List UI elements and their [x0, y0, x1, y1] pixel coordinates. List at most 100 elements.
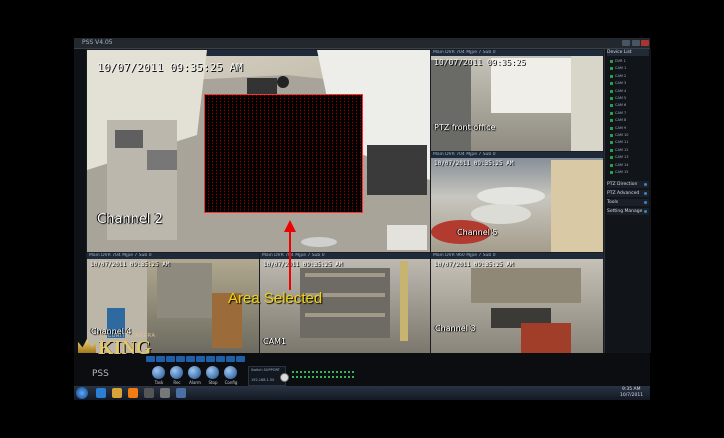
- tool-task-button[interactable]: [152, 366, 165, 379]
- status-led: [300, 376, 302, 378]
- device-tree-item[interactable]: CAM 3: [610, 81, 649, 86]
- layout-button[interactable]: [166, 356, 175, 362]
- timestamp: 10/07/2011 09:35:25: [434, 58, 526, 67]
- pss-taskbar-icon[interactable]: [176, 388, 186, 398]
- status-led: [340, 376, 342, 378]
- close-button[interactable]: [641, 40, 649, 46]
- layout-button[interactable]: [156, 356, 165, 362]
- device-tree-item[interactable]: CAM 9: [610, 126, 649, 131]
- video-tile-channel-2[interactable]: Main DVR 704 Mjpe 7 Sub 0 10/07/2011 09:…: [86, 49, 431, 253]
- status-led: [320, 371, 322, 373]
- status-led: [352, 376, 354, 378]
- device-tree-item[interactable]: CAM 5: [610, 96, 649, 101]
- layout-button[interactable]: [216, 356, 225, 362]
- device-tree-item[interactable]: CAM 10: [610, 133, 649, 138]
- media-icon[interactable]: [128, 388, 138, 398]
- status-led: [320, 376, 322, 378]
- device-list-header: Device List: [607, 49, 649, 56]
- status-led: [308, 376, 310, 378]
- annotation-label: Area Selected: [228, 290, 323, 307]
- video-tile-ptz-front-office[interactable]: Main DVR 704 Mjpe 7 Sub 0 10/07/2011 09:…: [430, 49, 604, 152]
- timestamp: 10/07/2011 09:35:25 AM: [90, 261, 170, 268]
- device-tree-item[interactable]: CAM 4: [610, 89, 649, 94]
- app-titlebar: PSS V4.05: [74, 38, 650, 49]
- crown-icon: [78, 339, 96, 353]
- layout-button[interactable]: [236, 356, 245, 362]
- status-led: [340, 371, 342, 373]
- status-led: [316, 376, 318, 378]
- ie-icon[interactable]: [96, 388, 106, 398]
- timestamp: 10/07/2011 09:35:25 AM: [97, 61, 243, 74]
- device-tree-item[interactable]: CAM 7: [610, 111, 649, 116]
- status-led: [324, 371, 326, 373]
- device-tree-item[interactable]: DVR 1: [610, 59, 649, 64]
- timestamp: 10/07/2011 09:35:25 AM: [263, 261, 343, 268]
- device-tree-item[interactable]: CAM 11: [610, 140, 649, 145]
- status-led: [292, 376, 294, 378]
- layout-button[interactable]: [196, 356, 205, 362]
- clock-date: 10/7/2011: [620, 393, 644, 398]
- video-tile-channel-5[interactable]: Main DVR 704 Mjpe 7 Sub 0 10/07/2011 09:…: [430, 151, 604, 253]
- selection-box[interactable]: [204, 94, 363, 213]
- device-tree-item[interactable]: CAM 14: [610, 163, 649, 168]
- status-leds: [292, 370, 356, 380]
- video-grid: Main DVR 704 Mjpe 7 Sub 0 10/07/2011 09:…: [86, 49, 604, 354]
- layout-button[interactable]: [186, 356, 195, 362]
- tool-alarm-button[interactable]: [188, 366, 201, 379]
- layout-button[interactable]: [206, 356, 215, 362]
- maximize-button[interactable]: [632, 40, 640, 46]
- status-led: [352, 371, 354, 373]
- layout-button[interactable]: [176, 356, 185, 362]
- brand-label: PSS: [92, 369, 109, 379]
- status-led: [296, 371, 298, 373]
- record-icon[interactable]: [280, 373, 289, 382]
- device-tree-item[interactable]: CAM 2: [610, 74, 649, 79]
- app-icon[interactable]: [144, 388, 154, 398]
- address-label: 192.168.1.50: [251, 378, 275, 382]
- ptz-advanced-label: PTZ Advanced: [607, 191, 640, 196]
- device-tree-item[interactable]: CAM 15: [610, 170, 649, 175]
- tool-stop-button[interactable]: [206, 366, 219, 379]
- brand-watermark: SECURITY CAMERA KING: [74, 331, 174, 371]
- device-tree-item[interactable]: CAM 6: [610, 103, 649, 108]
- ptz-direction-row[interactable]: PTZ Direction: [607, 181, 649, 188]
- tools-row[interactable]: Tools: [607, 199, 649, 206]
- tool-label: Rec: [173, 380, 181, 385]
- status-led: [336, 371, 338, 373]
- folder-icon[interactable]: [112, 388, 122, 398]
- status-led: [328, 371, 330, 373]
- ptz-advanced-row[interactable]: PTZ Advanced: [607, 190, 649, 197]
- warehouse-scene: [471, 268, 581, 353]
- tool-rec-button[interactable]: [170, 366, 183, 379]
- minimize-button[interactable]: [622, 40, 630, 46]
- video-tile-channel-3[interactable]: Main DVR 960 Mjpe 7 Sub 0 10/07/2011 09:…: [430, 252, 604, 354]
- channel-label: Channel 3: [435, 324, 476, 333]
- status-led: [336, 376, 338, 378]
- tool-label: Config: [224, 380, 238, 385]
- device-tree-item[interactable]: CAM 8: [610, 118, 649, 123]
- status-led: [332, 371, 334, 373]
- expand-icon: [644, 183, 647, 186]
- status-led: [344, 371, 346, 373]
- channel-label: Channel 2: [97, 212, 163, 227]
- expand-icon: [644, 201, 647, 204]
- status-led: [304, 376, 306, 378]
- stream-label: Switch SUPPORT: [251, 368, 280, 372]
- app-icon[interactable]: [160, 388, 170, 398]
- tool-config-button[interactable]: [224, 366, 237, 379]
- status-led: [332, 376, 334, 378]
- app-window: PSS V4.05 Main DVR 704 Mjpe 7 Sub 0: [74, 38, 651, 400]
- layout-button[interactable]: [146, 356, 155, 362]
- layout-button[interactable]: [226, 356, 235, 362]
- status-led: [316, 371, 318, 373]
- control-bar: SECURITY CAMERA KING PSS Task Rec Alarm Sto…: [74, 333, 650, 386]
- status-led: [348, 371, 350, 373]
- timestamp: 10/07/2011 09:35:25 AM: [434, 160, 514, 167]
- device-tree-item[interactable]: CAM 1: [610, 66, 649, 71]
- status-led: [312, 371, 314, 373]
- device-tree-item[interactable]: CAM 13: [610, 155, 649, 160]
- setting-manage-row[interactable]: Setting Manage: [607, 208, 649, 215]
- timestamp: 10/07/2011 09:35:25 AM: [434, 261, 514, 268]
- start-button[interactable]: [76, 387, 88, 399]
- device-tree-item[interactable]: CAM 12: [610, 148, 649, 153]
